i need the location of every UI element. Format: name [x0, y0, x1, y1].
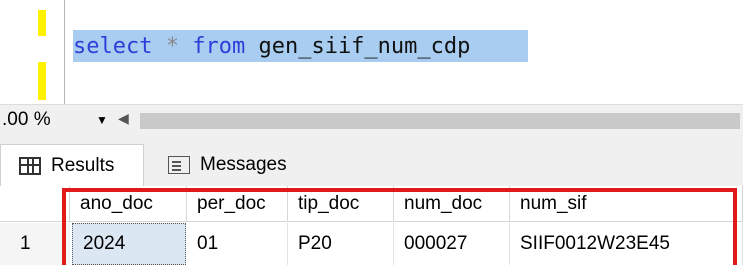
results-tabbar: Results Messages	[0, 134, 743, 187]
table-cell[interactable]: 000027	[394, 223, 510, 265]
grid-icon	[19, 157, 41, 175]
zoom-bar: .00 % ▼ ◀	[0, 104, 743, 135]
table-cell[interactable]: P20	[288, 223, 394, 265]
zoom-level[interactable]: .00 %	[2, 109, 51, 131]
change-marker	[38, 62, 46, 100]
sql-keyword-from: from	[192, 33, 246, 59]
sql-table-name: gen_siif_num_cdp	[258, 33, 471, 59]
chevron-down-icon[interactable]: ▼	[96, 113, 108, 127]
table-cell[interactable]: 01	[187, 223, 288, 265]
sql-star: *	[165, 33, 179, 59]
results-grid: ano_doc per_doc tip_doc num_doc num_sif …	[0, 186, 743, 265]
column-header[interactable]: tip_doc	[288, 186, 394, 222]
gutter-divider	[64, 0, 65, 104]
column-header[interactable]: num_doc	[394, 186, 510, 222]
row-header-corner[interactable]	[0, 186, 70, 222]
horizontal-scrollbar[interactable]	[140, 113, 740, 129]
sql-keyword-select: select	[73, 33, 153, 59]
sql-query-line[interactable]: select * from gen_siif_num_cdp	[73, 30, 528, 62]
change-marker	[38, 10, 46, 36]
table-cell[interactable]: 2024	[72, 223, 186, 265]
tab-results[interactable]: Results	[0, 144, 144, 187]
scroll-left-icon[interactable]: ◀	[118, 110, 129, 127]
tab-messages-label: Messages	[200, 154, 287, 175]
tab-results-label: Results	[51, 155, 115, 176]
column-header[interactable]: num_sif	[510, 186, 743, 222]
tab-messages[interactable]: Messages	[150, 144, 296, 186]
row-number[interactable]: 1	[0, 223, 70, 265]
messages-icon	[168, 156, 190, 174]
table-cell[interactable]: SIIF0012W23E45	[510, 223, 743, 265]
query-editor[interactable]: select * from gen_siif_num_cdp	[0, 0, 743, 104]
column-header[interactable]: ano_doc	[70, 186, 187, 222]
column-header[interactable]: per_doc	[187, 186, 288, 222]
